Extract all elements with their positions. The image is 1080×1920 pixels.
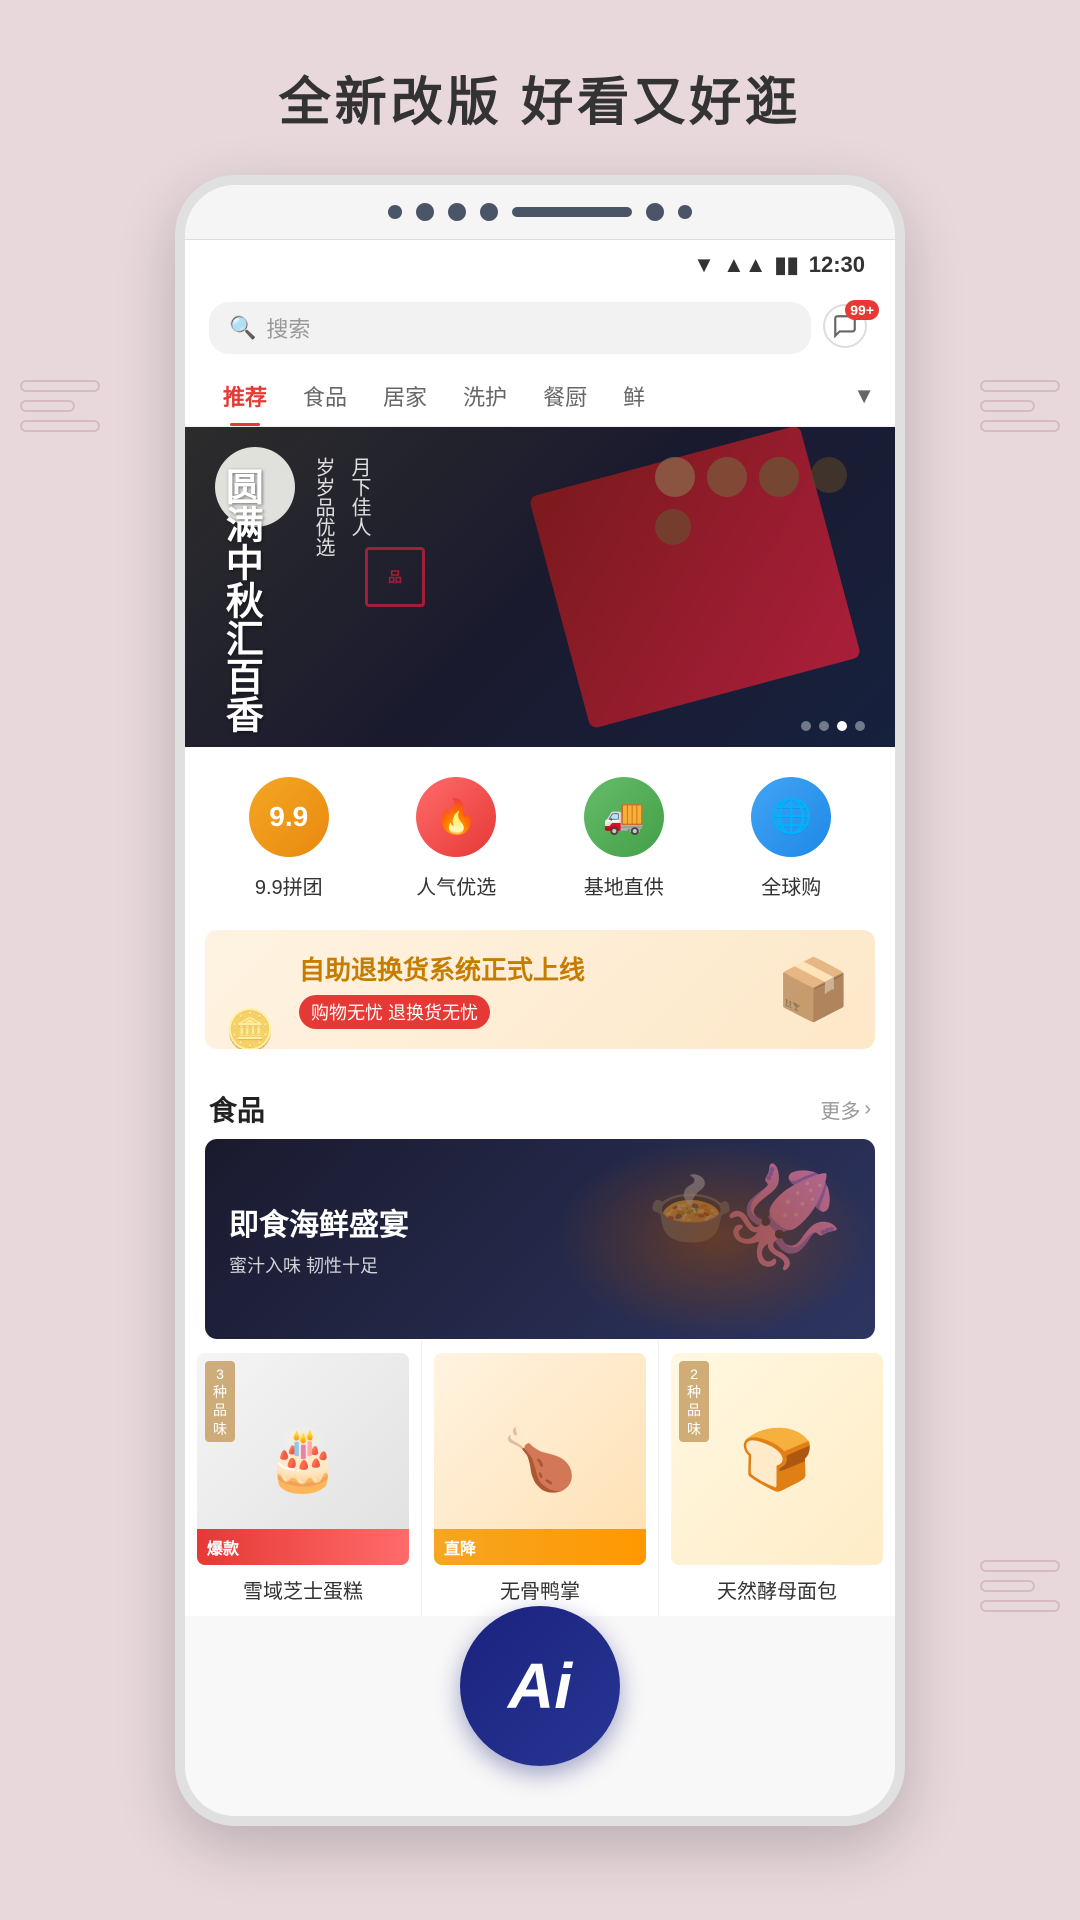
quick-icon-group-deal[interactable]: 9.9 9.9拼团 <box>249 777 329 900</box>
ai-fab-button[interactable]: Ai <box>460 1606 620 1766</box>
cake-name: 雪域芝士蛋糕 <box>197 1575 409 1604</box>
global-shop-icon: 🌐 <box>751 777 831 857</box>
search-bar: 🔍 搜索 99+ <box>185 290 895 366</box>
bread-variety-badge: 2 种 品 味 <box>679 1361 709 1442</box>
banner-title: 圆满中秋汇百香 <box>215 467 264 733</box>
banner-content: 圆满中秋汇百香 <box>215 467 264 733</box>
food-section-title: 食品 <box>209 1089 265 1129</box>
food-banner-sub: 蜜汁入味 韧性十足 <box>229 1252 409 1278</box>
tab-home[interactable]: 居家 <box>365 366 445 426</box>
tab-food[interactable]: 食品 <box>285 366 365 426</box>
tab-wash[interactable]: 洗护 <box>445 366 525 426</box>
promo-sub-badge: 购物无忧 退换货无忧 <box>299 995 490 1029</box>
search-placeholder: 搜索 <box>266 312 310 344</box>
banner-dots <box>801 721 865 731</box>
banner-stamp: 品 <box>365 547 425 607</box>
banner-dot-1 <box>801 721 811 731</box>
status-time: 12:30 <box>809 252 865 278</box>
promo-main-text: 自助退换货系统正式上线 <box>299 950 585 987</box>
status-bar: ▼ ▲▲ ▮▮ 12:30 <box>185 240 895 290</box>
food-section-header: 食品 更多 › <box>185 1069 895 1139</box>
quick-icon-popular[interactable]: 🔥 人气优选 <box>416 777 496 900</box>
phone-mockup: ▼ ▲▲ ▮▮ 12:30 🔍 搜索 99+ 推荐 <box>175 175 905 1826</box>
search-icon: 🔍 <box>229 315 256 341</box>
food-banner-title: 即食海鲜盛宴 <box>229 1200 409 1244</box>
product-card-duck[interactable]: 🍗 直降 无骨鸭掌 <box>422 1341 659 1616</box>
food-section-more[interactable]: 更多 › <box>820 1095 871 1124</box>
global-shop-label: 全球购 <box>761 871 821 900</box>
group-deal-icon: 9.9 <box>249 777 329 857</box>
quick-icons-row: 9.9 9.9拼团 🔥 人气优选 🚚 基地直供 🌐 全球购 <box>185 747 895 930</box>
product-img-bread: 🍞 2 种 品 味 <box>671 1353 883 1565</box>
duck-badge: 直降 <box>434 1529 646 1565</box>
bread-name: 天然酵母面包 <box>671 1575 883 1604</box>
product-grid: 🎂 3 种 品 味 爆款 雪域芝士蛋糕 🍗 直降 无骨鸭掌 <box>185 1341 895 1616</box>
search-input-wrap[interactable]: 🔍 搜索 <box>209 302 811 354</box>
ai-fab-label: Ai <box>508 1649 572 1723</box>
product-img-duck: 🍗 直降 <box>434 1353 646 1565</box>
duck-name: 无骨鸭掌 <box>434 1575 646 1604</box>
tab-recommend[interactable]: 推荐 <box>205 366 285 426</box>
banner-subtitle: 月下佳人 岁岁品优选 <box>305 457 377 557</box>
deco-lines-left <box>20 380 100 440</box>
nav-more-button[interactable]: ▼ <box>853 383 875 409</box>
phone-speaker <box>512 207 632 217</box>
phone-dot-1 <box>388 205 402 219</box>
more-label: 更多 <box>820 1095 860 1124</box>
message-button[interactable]: 99+ <box>823 304 871 352</box>
tab-kitchen[interactable]: 餐厨 <box>525 366 605 426</box>
direct-supply-label: 基地直供 <box>584 871 664 900</box>
phone-dot-4 <box>480 203 498 221</box>
product-card-cake[interactable]: 🎂 3 种 品 味 爆款 雪域芝士蛋糕 <box>185 1341 422 1616</box>
banner-dot-4 <box>855 721 865 731</box>
wifi-icon: ▼ <box>693 252 715 278</box>
phone-dot-5 <box>646 203 664 221</box>
tab-fresh[interactable]: 鲜 <box>605 366 663 426</box>
quick-icon-global[interactable]: 🌐 全球购 <box>751 777 831 900</box>
truck-icon: 🚚 <box>603 797 645 837</box>
banner-dot-2 <box>819 721 829 731</box>
page-title: 全新改版 好看又好逛 <box>0 0 1080 175</box>
quick-icon-direct[interactable]: 🚚 基地直供 <box>584 777 664 900</box>
popular-label: 人气优选 <box>416 871 496 900</box>
deco-lines-right2 <box>980 1560 1060 1620</box>
nav-tabs: 推荐 食品 居家 洗护 餐厨 鲜 ▼ <box>185 366 895 427</box>
food-banner-img-deco <box>555 1139 875 1339</box>
phone-dot-3 <box>448 203 466 221</box>
battery-icon: ▮▮ <box>775 252 799 278</box>
popular-icon: 🔥 <box>416 777 496 857</box>
fire-icon: 🔥 <box>435 797 477 837</box>
food-banner-text: 即食海鲜盛宴 蜜汁入味 韧性十足 <box>229 1200 409 1278</box>
signal-icon: ▲▲ <box>723 252 767 278</box>
promo-box-icon: 📦 <box>776 954 851 1025</box>
food-banner-large[interactable]: 即食海鲜盛宴 蜜汁入味 韧性十足 🦑 🍲 <box>205 1139 875 1339</box>
phone-dot-2 <box>416 203 434 221</box>
banner-dot-3 <box>837 721 847 731</box>
cake-variety-badge: 3 种 品 味 <box>205 1361 235 1442</box>
group-deal-label: 9.9拼团 <box>255 871 323 900</box>
product-card-bread[interactable]: 🍞 2 种 品 味 天然酵母面包 <box>659 1341 895 1616</box>
promo-banner[interactable]: 自助退换货系统正式上线 购物无忧 退换货无忧 🪙 📦 <box>205 930 875 1049</box>
cake-badge: 爆款 <box>197 1529 409 1565</box>
phone-dot-6 <box>678 205 692 219</box>
deco-lines-right <box>980 380 1060 440</box>
globe-icon: 🌐 <box>770 797 812 837</box>
status-icons: ▼ ▲▲ ▮▮ <box>693 252 799 278</box>
main-banner[interactable]: 圆满中秋汇百香 月下佳人 岁岁品优选 品 <box>185 427 895 747</box>
direct-supply-icon: 🚚 <box>584 777 664 857</box>
chevron-right-icon: › <box>864 1098 871 1121</box>
chevron-down-icon: ▼ <box>853 383 875 409</box>
product-img-cake: 🎂 3 种 品 味 爆款 <box>197 1353 409 1565</box>
message-badge-count: 99+ <box>845 300 879 320</box>
phone-top-bar <box>185 185 895 240</box>
